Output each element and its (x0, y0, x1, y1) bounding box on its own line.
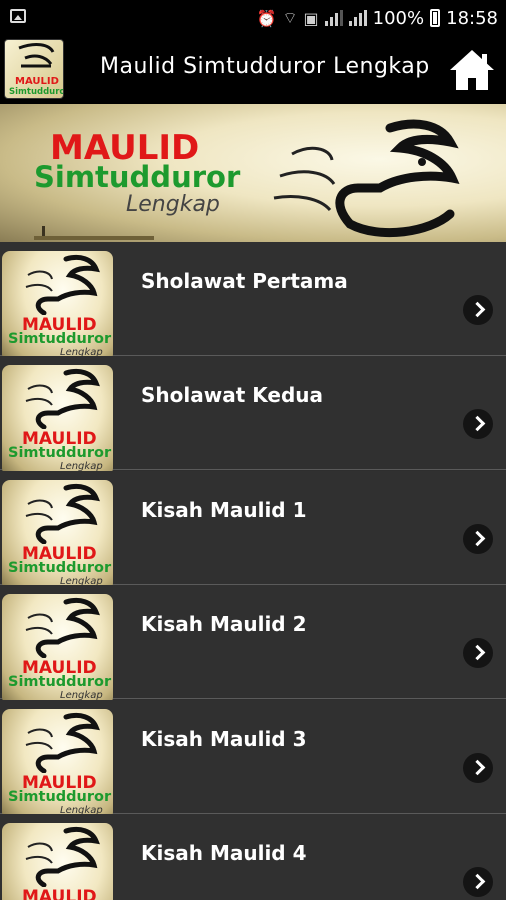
item-thumbnail: MAULID Simtudduror Lengkap (2, 823, 113, 900)
item-label: Sholawat Kedua (141, 383, 323, 407)
calligraphy-icon (25, 368, 100, 429)
app-title: Maulid Simtudduror Lengkap (100, 54, 430, 79)
signal-icon (324, 10, 343, 26)
item-label: Kisah Maulid 3 (141, 727, 307, 751)
svg-text:Simtudduror: Simtudduror (9, 87, 64, 97)
item-label: Kisah Maulid 4 (141, 841, 307, 865)
banner-subtitle: Simtudduror (34, 160, 241, 194)
chevron-right-icon[interactable] (463, 295, 493, 325)
list-item-6[interactable]: MAULID Simtudduror Lengkap Kisah Maulid … (0, 814, 506, 900)
status-bar: ⏰ ⌔ ▣ 100% 18:58 (0, 0, 506, 36)
thumb-subtitle: Simtudduror (8, 445, 112, 461)
data-icon: ▣ (303, 8, 319, 28)
item-thumbnail: MAULID Simtudduror Lengkap (2, 365, 113, 476)
home-button[interactable] (446, 44, 498, 96)
list-item-5[interactable]: MAULID Simtudduror Lengkap Kisah Maulid … (0, 700, 506, 820)
signal-icon (348, 10, 367, 26)
item-thumbnail: MAULID Simtudduror Lengkap (2, 480, 113, 591)
gallery-icon (10, 9, 26, 23)
list-item-1[interactable]: MAULID Simtudduror Lengkap Sholawat Pert… (0, 242, 506, 362)
thumb-subtitle: Simtudduror (8, 331, 112, 347)
list-item-3[interactable]: MAULID Simtudduror Lengkap Kisah Maulid … (0, 471, 506, 591)
thumb-subtitle: Simtudduror (8, 560, 112, 576)
alarm-icon: ⏰ (256, 8, 277, 28)
thumb-subtitle: Simtudduror (8, 674, 112, 690)
battery-percent: 100% (372, 7, 425, 29)
item-label: Kisah Maulid 2 (141, 612, 307, 636)
header-banner: MAULID Simtudduror Lengkap (0, 104, 506, 242)
list-item-2[interactable]: MAULID Simtudduror Lengkap Sholawat Kedu… (0, 356, 506, 476)
clock: 18:58 (446, 7, 498, 29)
item-thumbnail: MAULID Simtudduror Lengkap (2, 594, 113, 705)
item-label: Kisah Maulid 1 (141, 498, 307, 522)
calligraphy-icon (25, 826, 100, 887)
thumb-subtitle: Simtudduror (8, 789, 112, 805)
wifi-icon: ⌔ (282, 8, 298, 27)
chapter-list: MAULID Simtudduror Lengkap Sholawat Pert… (0, 242, 506, 900)
item-thumbnail: MAULID Simtudduror Lengkap (2, 709, 113, 820)
list-item-4[interactable]: MAULID Simtudduror Lengkap Kisah Maulid … (0, 585, 506, 705)
banner-tagline: Lengkap (126, 192, 220, 217)
chevron-right-icon[interactable] (463, 638, 493, 668)
calligraphy-image (273, 119, 460, 238)
thumb-title: MAULID (22, 887, 97, 900)
calligraphy-icon (25, 712, 100, 773)
home-icon (450, 50, 494, 90)
battery-icon (430, 9, 441, 27)
svg-text:MAULID: MAULID (15, 76, 59, 87)
calligraphy-icon (25, 483, 100, 544)
chevron-right-icon[interactable] (463, 409, 493, 439)
app-bar: MAULID Simtudduror Maulid Simtudduror Le… (0, 36, 506, 104)
calligraphy-icon (25, 254, 100, 315)
item-label: Sholawat Pertama (141, 269, 348, 293)
calligraphy-icon (25, 597, 100, 658)
chevron-right-icon[interactable] (463, 524, 493, 554)
item-thumbnail: MAULID Simtudduror Lengkap (2, 251, 113, 362)
chevron-right-icon[interactable] (463, 753, 493, 783)
chevron-right-icon[interactable] (463, 867, 493, 897)
calligraphy-icon: MAULID Simtudduror (9, 43, 64, 97)
status-icons: ⏰ ⌔ ▣ 100% 18:58 (257, 0, 498, 36)
app-logo: MAULID Simtudduror (4, 39, 64, 99)
minaret-silhouette (34, 226, 154, 240)
